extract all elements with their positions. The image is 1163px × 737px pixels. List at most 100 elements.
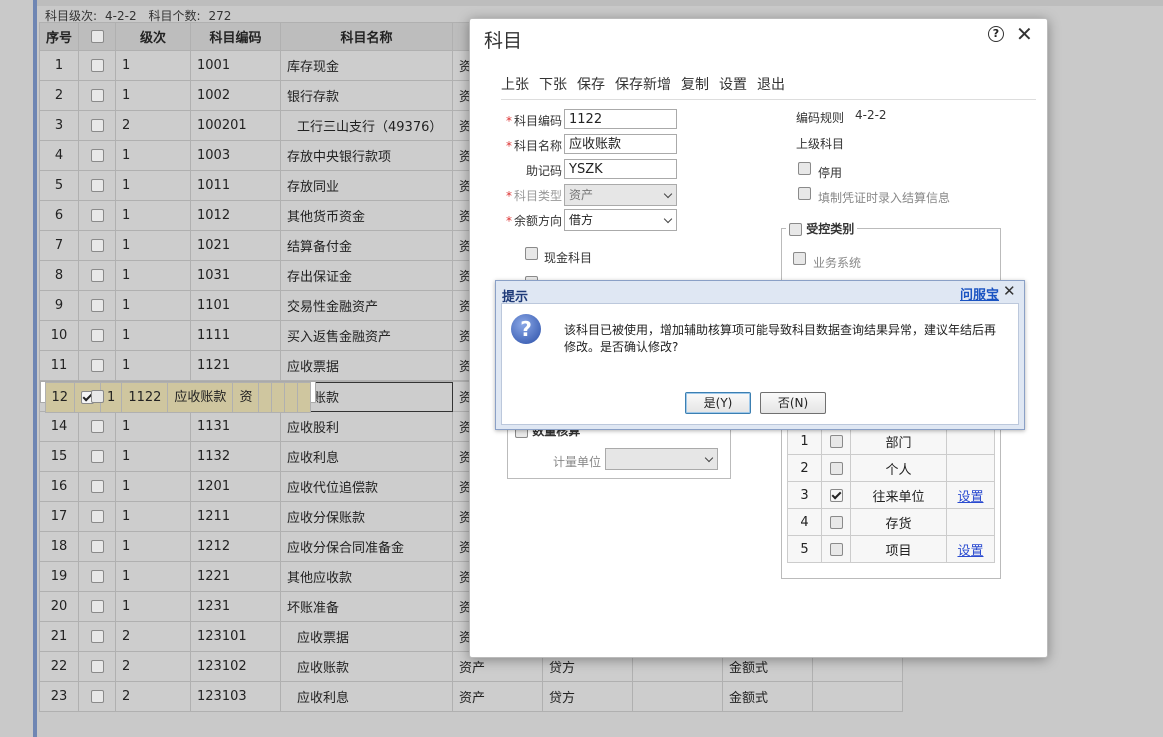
row-name[interactable]: 应收票据 <box>280 350 454 381</box>
row-code[interactable]: 1012 <box>190 200 282 231</box>
row-level[interactable]: 1 <box>115 531 192 562</box>
row-index[interactable]: 19 <box>38 561 80 592</box>
row-code[interactable]: 1132 <box>190 441 282 472</box>
row-checkbox[interactable] <box>90 390 104 403</box>
row-index[interactable]: 11 <box>38 350 80 381</box>
mnemonic-input[interactable]: YSZK <box>564 159 677 179</box>
row-index[interactable]: 5 <box>38 170 80 201</box>
row-level[interactable]: 1 <box>115 230 192 261</box>
row-name[interactable]: 应收股利 <box>280 411 454 442</box>
row-code[interactable]: 1031 <box>190 260 282 291</box>
row-index[interactable]: 9 <box>38 290 80 321</box>
aux-row[interactable]: 5 项目 设置 <box>787 535 995 563</box>
row-select-cell[interactable] <box>78 561 117 592</box>
row-index[interactable]: 2 <box>38 80 80 111</box>
row-name[interactable]: 银行存款 <box>280 80 454 111</box>
row-checkbox[interactable] <box>90 89 104 102</box>
row-code[interactable]: 1212 <box>190 531 282 562</box>
row-index[interactable]: 3 <box>38 110 80 141</box>
row-checkbox[interactable] <box>90 630 104 643</box>
row-level[interactable]: 1 <box>115 260 192 291</box>
row-select-cell[interactable] <box>78 621 117 652</box>
row-level[interactable]: 1 <box>115 501 192 532</box>
unit-select[interactable] <box>605 448 718 470</box>
row-checkbox[interactable] <box>90 420 104 433</box>
row-name[interactable]: 坏账准备 <box>280 591 454 622</box>
row-index[interactable]: 23 <box>38 681 80 712</box>
name-input[interactable]: 应收账款 <box>564 134 677 154</box>
row-name[interactable]: 应收利息 <box>280 441 454 472</box>
row-checkbox[interactable] <box>90 450 104 463</box>
row-select-cell[interactable] <box>78 531 117 562</box>
aux-checkbox[interactable] <box>829 434 843 448</box>
row-index[interactable]: 20 <box>38 591 80 622</box>
business-checkbox[interactable] <box>793 252 806 265</box>
row-level[interactable]: 1 <box>115 50 192 81</box>
row-name[interactable]: 库存现金 <box>280 50 454 81</box>
row-name[interactable]: 交易性金融资产 <box>280 290 454 321</box>
row-level[interactable]: 1 <box>115 441 192 472</box>
row-checkbox[interactable] <box>90 540 104 553</box>
row-checkbox[interactable] <box>90 299 104 312</box>
row-name[interactable]: 存出保证金 <box>280 260 454 291</box>
row-select-cell[interactable] <box>78 260 117 291</box>
prev-button[interactable]: 上张 <box>501 74 529 94</box>
row-select-cell[interactable] <box>78 230 117 261</box>
row-extra-2[interactable] <box>258 382 273 413</box>
row-code[interactable]: 100201 <box>190 110 282 141</box>
row-index[interactable]: 16 <box>38 471 80 502</box>
row-select-cell[interactable] <box>78 681 117 712</box>
row-code[interactable]: 1201 <box>190 471 282 502</box>
row-name[interactable]: 其他货币资金 <box>280 200 454 231</box>
aux-checkbox[interactable] <box>829 515 843 529</box>
row-checkbox[interactable] <box>90 690 104 703</box>
copy-button[interactable]: 复制 <box>681 74 709 94</box>
row-checkbox[interactable] <box>90 600 104 613</box>
row-extra-1[interactable]: 资产 <box>452 681 544 712</box>
row-name[interactable]: 应收分保合同准备金 <box>280 531 454 562</box>
row-select-cell[interactable] <box>78 350 117 381</box>
row-level[interactable]: 1 <box>100 382 123 413</box>
row-name[interactable]: 应收票据 <box>280 621 454 652</box>
row-code[interactable]: 1111 <box>190 320 282 351</box>
row-code[interactable]: 1221 <box>190 561 282 592</box>
type-select[interactable]: 资产 <box>564 184 677 206</box>
row-index[interactable]: 7 <box>38 230 80 261</box>
row-level[interactable]: 2 <box>115 621 192 652</box>
row-level[interactable]: 1 <box>115 350 192 381</box>
row-name[interactable]: 存放同业 <box>280 170 454 201</box>
row-name[interactable]: 应收账款 <box>167 382 234 413</box>
cash-checkbox[interactable] <box>525 247 538 260</box>
row-select-cell[interactable] <box>78 110 117 141</box>
no-button[interactable]: 否(N) <box>760 392 826 414</box>
row-index[interactable]: 18 <box>38 531 80 562</box>
select-all-checkbox[interactable] <box>90 30 104 43</box>
row-name[interactable]: 工行三山支行（49376） <box>280 110 454 141</box>
prompt-help-link[interactable]: 问服宝 <box>960 284 999 303</box>
row-checkbox[interactable] <box>90 179 104 192</box>
aux-check-cell[interactable] <box>821 508 851 536</box>
row-name[interactable]: 应收分保账款 <box>280 501 454 532</box>
row-index[interactable]: 14 <box>38 411 80 442</box>
row-code[interactable]: 1021 <box>190 230 282 261</box>
row-index[interactable]: 8 <box>38 260 80 291</box>
settle-checkbox[interactable] <box>798 187 811 200</box>
row-checkbox[interactable] <box>90 119 104 132</box>
row-extra-3[interactable] <box>271 382 286 413</box>
row-code[interactable]: 123103 <box>190 681 282 712</box>
row-level[interactable]: 2 <box>115 681 192 712</box>
row-index[interactable]: 15 <box>38 441 80 472</box>
aux-check-cell[interactable] <box>821 427 851 455</box>
row-level[interactable]: 2 <box>115 110 192 141</box>
row-code[interactable]: 1101 <box>190 290 282 321</box>
row-select-cell[interactable] <box>78 290 117 321</box>
help-icon[interactable]: ? <box>988 26 1004 42</box>
row-checkbox[interactable] <box>90 59 104 72</box>
row-checkbox[interactable] <box>90 239 104 252</box>
row-level[interactable]: 1 <box>115 80 192 111</box>
aux-check-cell[interactable] <box>821 454 851 482</box>
row-index[interactable]: 12 <box>44 382 76 413</box>
direction-select[interactable]: 借方 <box>564 209 677 231</box>
row-select-cell[interactable] <box>78 471 117 502</box>
header-index[interactable]: 序号 <box>38 22 80 51</box>
